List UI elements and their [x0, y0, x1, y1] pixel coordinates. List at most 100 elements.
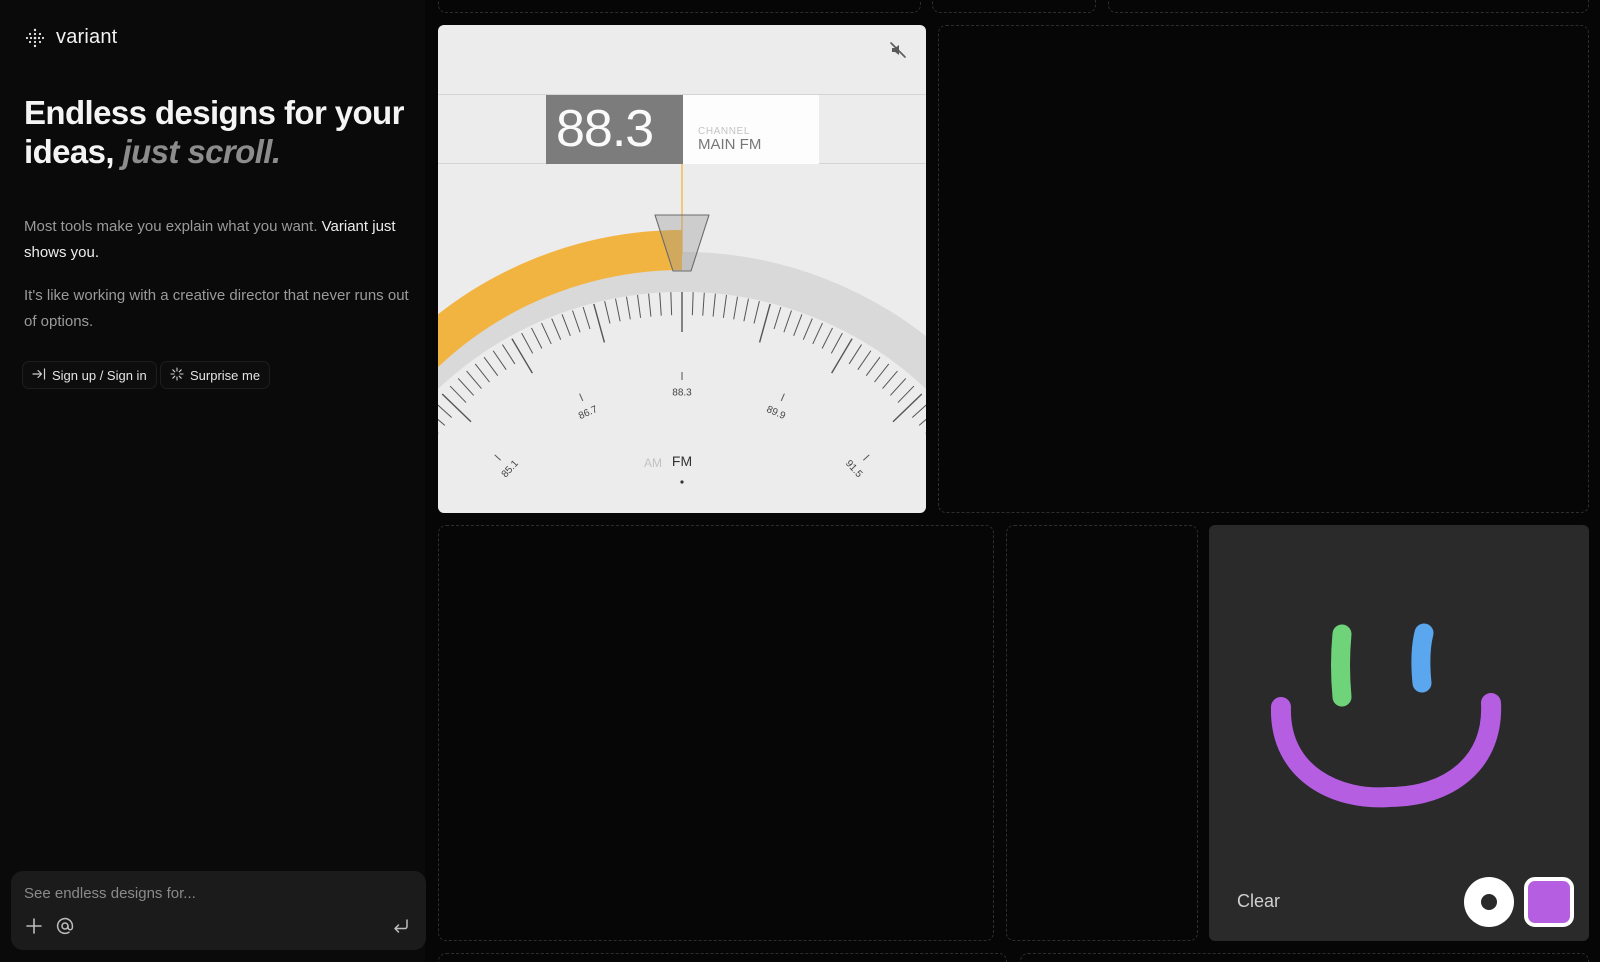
dial-minor-tick — [753, 300, 760, 324]
dial-minor-tick — [474, 363, 490, 383]
dial-minor-tick — [830, 332, 843, 354]
dial-scale-label: 88.3 — [672, 388, 692, 399]
dial-minor-tick — [722, 294, 727, 318]
dial-minor-tick — [572, 310, 581, 333]
green-stroke — [1331, 624, 1352, 707]
dial-minor-tick — [438, 418, 446, 426]
dial-minor-tick — [882, 370, 898, 389]
dial-minor-tick — [521, 332, 534, 354]
dial-minor-tick — [918, 418, 926, 426]
dial-minor-tick — [857, 350, 872, 370]
dial-scale-label: 85.1 — [500, 458, 522, 480]
dial-minor-tick — [897, 385, 915, 403]
dial-minor-tick — [848, 344, 862, 365]
dial-minor-tick — [449, 385, 467, 403]
dial-minor-tick — [802, 318, 813, 340]
dial-label-tick — [579, 393, 584, 402]
sign-in-button[interactable]: Sign up / Sign in — [22, 361, 157, 389]
dial-minor-tick — [625, 296, 631, 320]
dial-scale-label: 91.5 — [843, 458, 865, 480]
intro-lead: Most tools make you explain what you wan… — [24, 218, 318, 235]
intro-paragraph: Most tools make you explain what you wan… — [24, 214, 409, 266]
sign-in-icon — [32, 367, 46, 383]
dial-major-tick — [593, 303, 606, 343]
clear-button[interactable]: Clear — [1237, 891, 1280, 912]
dial-minor-tick — [438, 404, 453, 418]
dial-minor-tick — [783, 310, 792, 333]
drawing-canvas-card[interactable]: Clear — [1209, 525, 1589, 941]
dial-minor-tick — [911, 404, 926, 418]
dial-minor-tick — [874, 363, 890, 383]
brand[interactable]: variant — [24, 26, 117, 49]
color-swatch-button[interactable] — [1524, 877, 1574, 927]
headline-emphasis: just scroll. — [122, 133, 281, 170]
channel-name: MAIN FM — [698, 136, 762, 153]
band-am: AM — [644, 456, 662, 470]
dial-minor-tick — [670, 292, 673, 316]
dial-label-tick — [863, 454, 870, 461]
dial-minor-tick — [812, 322, 823, 345]
secondary-paragraph: It's like working with a creative direct… — [24, 287, 409, 330]
dial-minor-tick — [743, 298, 749, 322]
blue-stroke — [1411, 623, 1434, 693]
plus-icon[interactable] — [25, 917, 43, 939]
hero-headline: Endless designs for your ideas, just scr… — [24, 93, 414, 171]
dial-minor-tick — [531, 327, 543, 349]
prompt-input[interactable] — [24, 881, 404, 905]
dial-minor-tick — [648, 293, 652, 317]
sparkle-icon — [170, 366, 184, 384]
placeholder-tile[interactable] — [438, 953, 1007, 962]
dial-major-tick — [511, 338, 533, 374]
placeholder-tile[interactable] — [1006, 525, 1198, 941]
dial-minor-tick — [492, 350, 507, 370]
purple-stroke — [1270, 693, 1502, 808]
drawing-canvas[interactable] — [1209, 525, 1589, 865]
dial-scale-label: 86.7 — [577, 404, 600, 422]
prompt-box — [11, 871, 426, 950]
mention-icon[interactable] — [56, 917, 74, 939]
placeholder-tile[interactable] — [932, 0, 1096, 13]
dial-minor-tick — [551, 318, 562, 340]
dial-minor-tick — [773, 306, 782, 330]
dial-label-tick — [494, 454, 501, 461]
surprise-me-label: Surprise me — [190, 367, 261, 383]
frequency-display: 88.3 — [546, 95, 683, 164]
placeholder-tile[interactable] — [438, 0, 921, 13]
dial-minor-tick — [604, 300, 611, 324]
dial-minor-tick — [561, 314, 571, 336]
dial-minor-tick — [712, 293, 716, 317]
dial-minor-tick — [637, 294, 642, 318]
brush-size-button[interactable] — [1464, 877, 1514, 927]
mute-icon[interactable] — [889, 41, 907, 64]
surprise-me-button[interactable]: Surprise me — [160, 361, 271, 389]
enter-icon[interactable] — [392, 917, 410, 939]
dial-minor-tick — [541, 322, 552, 345]
left-panel: variant Endless designs for your ideas, … — [0, 0, 426, 962]
variant-logo-icon — [24, 27, 46, 49]
dial-minor-tick — [691, 292, 694, 316]
sign-in-label: Sign up / Sign in — [52, 367, 147, 383]
placeholder-tile[interactable] — [938, 25, 1589, 513]
radio-tuner-card[interactable]: 83.585.186.788.389.991.593.1AMFM 88.3 CH… — [438, 25, 926, 513]
dial-minor-tick — [793, 314, 803, 336]
dial-minor-tick — [483, 356, 499, 377]
band-indicator-dot — [680, 480, 684, 484]
dial-minor-tick — [702, 292, 705, 316]
channel-display: CHANNEL MAIN FM — [683, 95, 819, 164]
dial-minor-tick — [733, 296, 739, 320]
placeholder-tile[interactable] — [1020, 953, 1589, 962]
dial-major-tick — [892, 393, 923, 423]
brand-name: variant — [56, 26, 118, 48]
dial-major-tick — [441, 393, 472, 423]
placeholder-tile[interactable] — [1108, 0, 1589, 13]
dial-minor-tick — [889, 378, 907, 396]
dial-minor-tick — [502, 344, 516, 365]
dial-minor-tick — [865, 356, 881, 377]
dial-minor-tick — [457, 378, 475, 396]
dial-minor-tick — [615, 298, 621, 322]
dial-label-tick — [780, 393, 785, 402]
placeholder-tile[interactable] — [438, 525, 994, 941]
dial-major-tick — [758, 303, 771, 343]
dial-major-tick — [831, 338, 853, 374]
dial-minor-tick — [582, 306, 591, 330]
